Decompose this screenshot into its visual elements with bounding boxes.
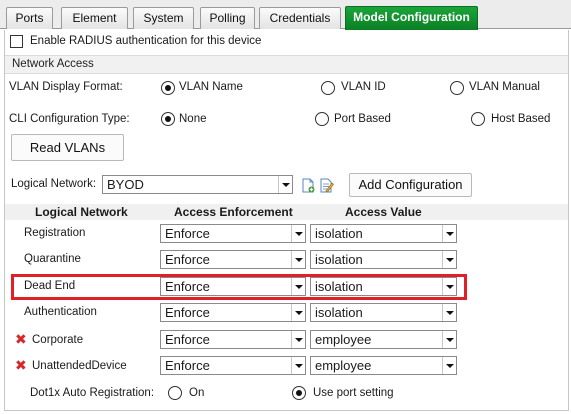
- column-access-enforcement: Access Enforcement: [174, 205, 293, 219]
- access-value-select-authentication[interactable]: isolation: [310, 303, 457, 322]
- cli-host-based-label: Host Based: [491, 113, 551, 125]
- cli-port-based-radio[interactable]: [315, 112, 329, 126]
- model-configuration-panel: Enable RADIUS authentication for this de…: [4, 30, 569, 411]
- vlan-name-radio[interactable]: [161, 81, 175, 95]
- row-label-corporate: Corporate: [32, 334, 84, 346]
- chevron-down-icon: [442, 331, 456, 348]
- chevron-down-icon: [442, 357, 456, 374]
- access-value: isolation: [315, 252, 363, 267]
- chevron-down-icon: [442, 278, 456, 295]
- access-value: isolation: [315, 226, 363, 241]
- access-value: isolation: [315, 305, 363, 320]
- red-x-icon[interactable]: ✖: [15, 332, 27, 346]
- access-value-select-dead-end[interactable]: isolation: [310, 277, 457, 296]
- access-value: employee: [315, 332, 372, 347]
- enforcement-select-authentication[interactable]: Enforce: [160, 303, 306, 322]
- edit-document-icon[interactable]: [319, 178, 334, 193]
- row-label-unattended-device: UnattendedDevice: [32, 360, 127, 372]
- column-access-value: Access Value: [345, 205, 422, 219]
- tab-element[interactable]: Element: [61, 7, 128, 29]
- row-label-quarantine: Quarantine: [24, 253, 81, 265]
- enforcement-value: Enforce: [165, 358, 210, 373]
- access-value-select-registration[interactable]: isolation: [310, 224, 457, 243]
- table-header: Logical Network Access Enforcement Acces…: [5, 204, 568, 220]
- chevron-down-icon: [278, 176, 292, 193]
- enforcement-select-dead-end[interactable]: Enforce: [160, 277, 306, 296]
- access-value-select-corporate[interactable]: employee: [310, 330, 457, 349]
- access-value: employee: [315, 358, 372, 373]
- cli-port-based-label: Port Based: [334, 113, 391, 125]
- vlan-manual-radio[interactable]: [450, 81, 464, 95]
- vlan-display-format-label: VLAN Display Format:: [9, 81, 123, 93]
- tab-credentials[interactable]: Credentials: [259, 7, 341, 29]
- access-value: isolation: [315, 279, 363, 294]
- cli-none-radio[interactable]: [161, 112, 175, 126]
- dot1x-on-label: On: [189, 387, 205, 399]
- chevron-down-icon: [291, 304, 305, 321]
- cli-none-label: None: [179, 113, 207, 125]
- enforcement-select-quarantine[interactable]: Enforce: [160, 250, 306, 269]
- chevron-down-icon: [442, 251, 456, 268]
- enforcement-value: Enforce: [165, 332, 210, 347]
- enforcement-select-registration[interactable]: Enforce: [160, 224, 306, 243]
- dot1x-on-radio[interactable]: [168, 386, 182, 400]
- row-label-authentication: Authentication: [24, 306, 97, 318]
- new-document-icon[interactable]: [301, 178, 315, 193]
- enforcement-value: Enforce: [165, 226, 210, 241]
- enforcement-value: Enforce: [165, 305, 210, 320]
- chevron-down-icon: [291, 278, 305, 295]
- read-vlans-button[interactable]: Read VLANs: [11, 134, 124, 161]
- dot1x-auto-registration-label: Dot1x Auto Registration:: [30, 387, 155, 399]
- radius-auth-checkbox[interactable]: [10, 35, 23, 48]
- chevron-down-icon: [442, 304, 456, 321]
- enforcement-select-unattended-device[interactable]: Enforce: [160, 356, 306, 375]
- chevron-down-icon: [291, 251, 305, 268]
- cli-host-based-radio[interactable]: [471, 112, 485, 126]
- tab-system[interactable]: System: [133, 7, 194, 29]
- column-logical-network: Logical Network: [35, 205, 128, 219]
- logical-network-value: BYOD: [107, 177, 144, 192]
- chevron-down-icon: [442, 225, 456, 242]
- enforcement-select-corporate[interactable]: Enforce: [160, 330, 306, 349]
- access-value-select-unattended-device[interactable]: employee: [310, 356, 457, 375]
- enforcement-value: Enforce: [165, 279, 210, 294]
- tab-bar: Ports Element System Polling Credentials…: [0, 0, 571, 30]
- dot1x-use-port-setting-radio[interactable]: [292, 386, 306, 400]
- row-label-dead-end: Dead End: [24, 280, 76, 292]
- chevron-down-icon: [291, 331, 305, 348]
- access-value-select-quarantine[interactable]: isolation: [310, 250, 457, 269]
- enforcement-value: Enforce: [165, 252, 210, 267]
- logical-network-select[interactable]: BYOD: [102, 175, 293, 194]
- tab-model-configuration[interactable]: Model Configuration: [345, 6, 478, 30]
- vlan-manual-label: VLAN Manual: [469, 81, 540, 93]
- chevron-down-icon: [291, 357, 305, 374]
- vlan-id-radio[interactable]: [321, 81, 335, 95]
- red-x-icon[interactable]: ✖: [15, 358, 27, 372]
- cli-config-type-label: CLI Configuration Type:: [9, 113, 130, 125]
- chevron-down-icon: [291, 225, 305, 242]
- tab-ports[interactable]: Ports: [6, 7, 53, 29]
- network-access-header: Network Access: [5, 55, 568, 74]
- radius-auth-label: Enable RADIUS authentication for this de…: [30, 35, 262, 47]
- row-label-registration: Registration: [24, 227, 86, 239]
- add-configuration-button[interactable]: Add Configuration: [349, 173, 472, 197]
- dot1x-use-port-setting-label: Use port setting: [313, 387, 394, 399]
- tab-polling[interactable]: Polling: [200, 7, 255, 29]
- logical-network-label: Logical Network:: [11, 178, 97, 190]
- vlan-name-label: VLAN Name: [179, 81, 243, 93]
- vlan-id-label: VLAN ID: [341, 81, 386, 93]
